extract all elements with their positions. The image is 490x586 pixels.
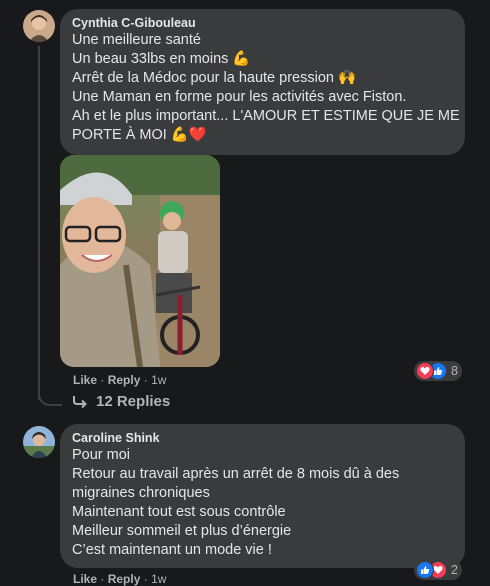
comment-actions: Like · Reply · 1w (73, 373, 167, 387)
replies-count-label: 12 Replies (96, 393, 171, 410)
comment-timestamp[interactable]: 1w (151, 373, 166, 387)
like-link[interactable]: Like (73, 572, 97, 586)
reply-link[interactable]: Reply (108, 373, 141, 387)
like-reaction-icon (416, 561, 434, 579)
like-link[interactable]: Like (73, 373, 97, 387)
comment-line: Un beau 33lbs en moins 💪 (72, 51, 251, 67)
heart-reaction-icon (416, 362, 434, 380)
comment-line: Ah et le plus important... L'AMOUR ET ES… (72, 108, 460, 124)
comment-line: Retour au travail après un arrêt de 8 mo… (72, 466, 400, 482)
comment-author[interactable]: Caroline Shink (72, 431, 453, 445)
reaction-count: 2 (451, 563, 458, 577)
comment-timestamp[interactable]: 1w (151, 572, 166, 586)
comment-line: migraines chroniques (72, 485, 210, 501)
thread-connector-line (38, 46, 40, 400)
reaction-summary[interactable]: 2 (414, 560, 462, 580)
comment-bubble: Cynthia C-Gibouleau Une meilleure santé … (60, 9, 465, 155)
comment-bubble: Caroline Shink Pour moi Retour au travai… (60, 424, 465, 568)
comment-photo[interactable] (60, 155, 220, 367)
avatar-caroline[interactable] (23, 426, 55, 458)
reaction-count: 8 (451, 364, 458, 378)
avatar-cynthia[interactable] (23, 10, 55, 42)
reply-arrow-icon (73, 395, 87, 408)
comment-line: Arrêt de la Médoc pour la haute pression… (72, 70, 357, 86)
comment-actions: Like · Reply · 1w (73, 572, 167, 586)
view-replies-link[interactable]: 12 Replies (72, 393, 170, 410)
comment-line: Meilleur sommeil et plus d’énergie (72, 523, 292, 539)
comment-line: C’est maintenant un mode vie ! (72, 542, 272, 558)
comment-line: Une Maman en forme pour les activités av… (72, 89, 407, 105)
comment-line: Maintenant tout est sous contrôle (72, 504, 286, 520)
reaction-summary[interactable]: 8 (414, 361, 462, 381)
comment-author[interactable]: Cynthia C-Gibouleau (72, 16, 453, 30)
thread-connector-curve (38, 386, 62, 406)
reply-link[interactable]: Reply (108, 572, 141, 586)
comment-line: Une meilleure santé (72, 32, 201, 48)
comment-line: PORTE À MOI 💪❤️ (72, 127, 207, 143)
comment-line: Pour moi (72, 447, 131, 463)
